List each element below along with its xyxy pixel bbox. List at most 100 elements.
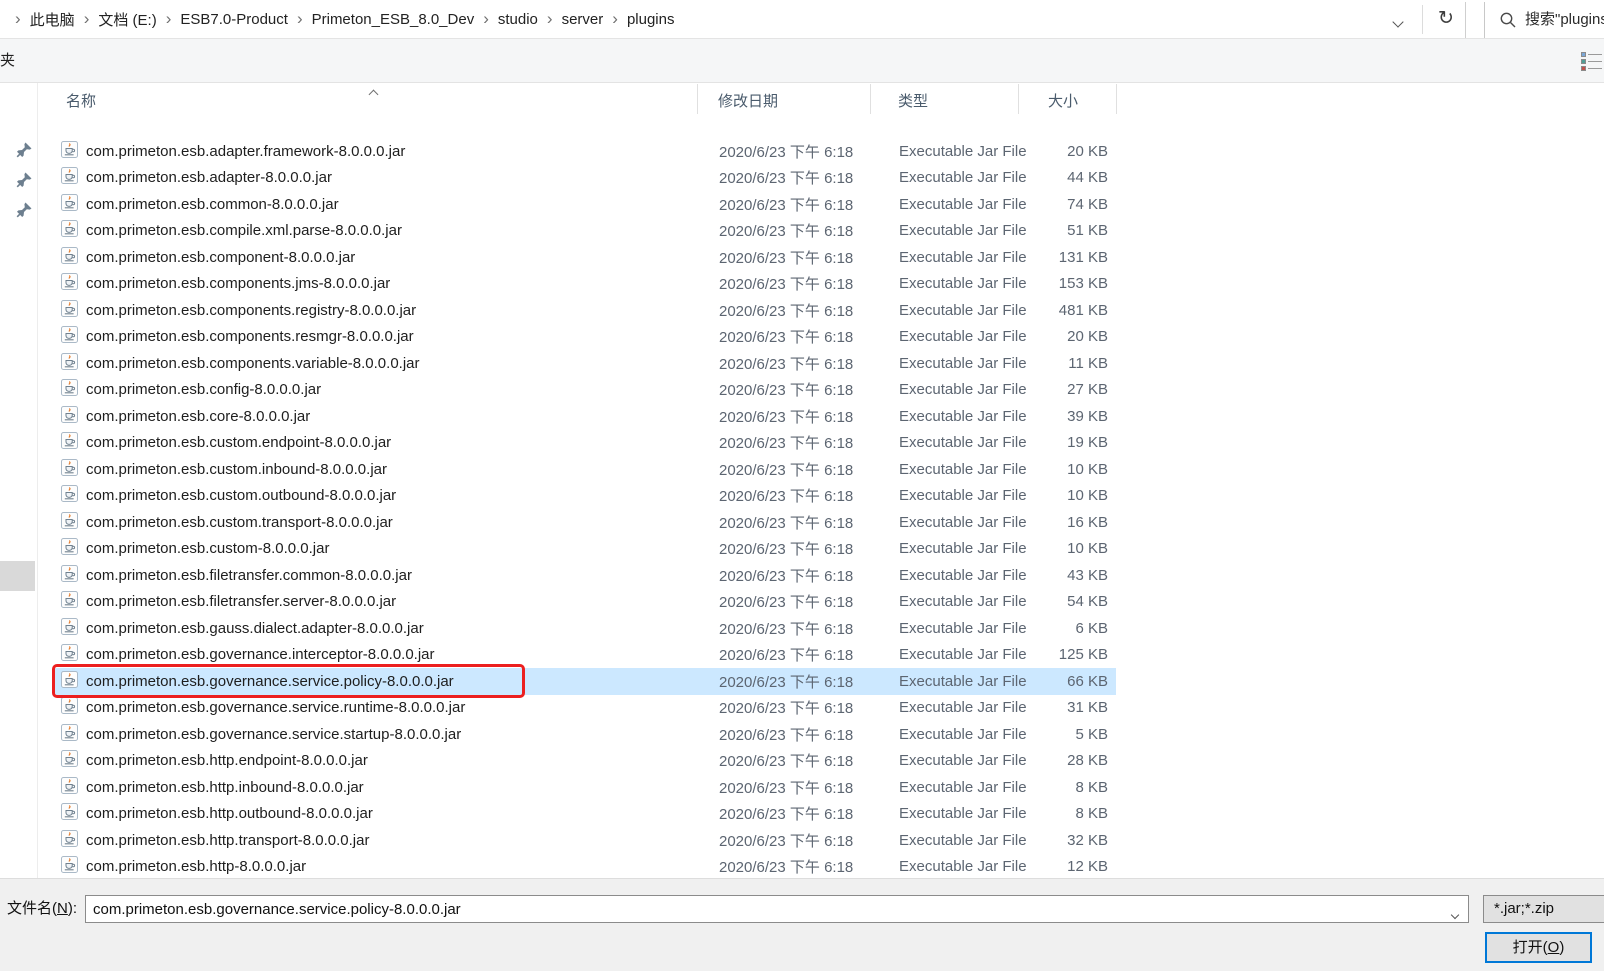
column-header-date-modified[interactable]: 修改日期 [718, 90, 778, 111]
jar-file-icon [61, 777, 78, 798]
file-type: Executable Jar File [870, 196, 1018, 213]
file-row[interactable]: com.primeton.esb.components.registry-8.0… [55, 297, 1116, 324]
dialog-footer: 文件名(N): *.jar;*.zip 打开(O) [0, 878, 1604, 971]
file-row[interactable]: com.primeton.esb.config-8.0.0.0.jar 2020… [55, 377, 1116, 404]
file-row[interactable]: com.primeton.esb.custom.outbound-8.0.0.0… [55, 483, 1116, 510]
jar-file-icon [61, 830, 78, 851]
file-row[interactable]: com.primeton.esb.core-8.0.0.0.jar 2020/6… [55, 403, 1116, 430]
file-row[interactable]: com.primeton.esb.http-8.0.0.0.jar 2020/6… [55, 854, 1116, 881]
file-row[interactable]: com.primeton.esb.adapter-8.0.0.0.jar 202… [55, 165, 1116, 192]
file-row[interactable]: com.primeton.esb.http.inbound-8.0.0.0.ja… [55, 774, 1116, 801]
jar-file-icon [61, 220, 78, 241]
nav-pane-scrollbar-thumb[interactable] [0, 561, 35, 591]
search-box[interactable]: 搜索"plugins" [1484, 2, 1604, 38]
address-dropdown-button[interactable] [1394, 13, 1402, 31]
breadcrumb: ›此电脑›文档 (E:)›ESB7.0-Product›Primeton_ESB… [6, 0, 674, 38]
open-button[interactable]: 打开(O) [1485, 932, 1592, 963]
breadcrumb-item[interactable]: server [562, 11, 604, 28]
file-row[interactable]: com.primeton.esb.governance.service.poli… [55, 668, 1116, 695]
jar-file-icon [61, 724, 78, 745]
file-size: 44 KB [1018, 169, 1116, 186]
file-row[interactable]: com.primeton.esb.http.outbound-8.0.0.0.j… [55, 801, 1116, 828]
file-size: 10 KB [1018, 540, 1116, 557]
file-name: com.primeton.esb.filetransfer.server-8.0… [86, 593, 396, 610]
breadcrumb-item[interactable]: studio [498, 11, 538, 28]
file-date-modified: 2020/6/23 下午 6:18 [697, 538, 870, 559]
column-divider[interactable] [870, 84, 871, 114]
column-divider[interactable] [1116, 84, 1117, 114]
jar-file-icon [61, 432, 78, 453]
file-row[interactable]: com.primeton.esb.component-8.0.0.0.jar 2… [55, 244, 1116, 271]
file-size: 66 KB [1018, 673, 1116, 690]
jar-file-icon [61, 194, 78, 215]
sort-ascending-icon [370, 85, 377, 102]
filename-label: 文件名(N): [7, 895, 77, 923]
file-row[interactable]: com.primeton.esb.components.variable-8.0… [55, 350, 1116, 377]
file-name: com.primeton.esb.custom.outbound-8.0.0.0… [86, 487, 396, 504]
jar-file-icon [61, 300, 78, 321]
file-row[interactable]: com.primeton.esb.components.jms-8.0.0.0.… [55, 271, 1116, 298]
file-size: 39 KB [1018, 408, 1116, 425]
file-row[interactable]: com.primeton.esb.compile.xml.parse-8.0.0… [55, 218, 1116, 245]
file-date-modified: 2020/6/23 下午 6:18 [697, 671, 870, 692]
chevron-down-icon [1392, 16, 1403, 27]
file-row[interactable]: com.primeton.esb.custom.transport-8.0.0.… [55, 509, 1116, 536]
breadcrumb-item[interactable]: Primeton_ESB_8.0_Dev [312, 11, 475, 28]
column-header-size[interactable]: 大小 [1048, 90, 1078, 111]
column-divider[interactable] [697, 84, 698, 114]
details-view-icon[interactable] [1581, 51, 1604, 73]
file-list: com.primeton.esb.adapter.framework-8.0.0… [55, 138, 1116, 880]
file-type: Executable Jar File [870, 143, 1018, 160]
file-row[interactable]: com.primeton.esb.http.transport-8.0.0.0.… [55, 827, 1116, 854]
file-row[interactable]: com.primeton.esb.filetransfer.common-8.0… [55, 562, 1116, 589]
file-date-modified: 2020/6/23 下午 6:18 [697, 353, 870, 374]
jar-file-icon [61, 141, 78, 162]
breadcrumb-item[interactable]: ESB7.0-Product [180, 11, 288, 28]
file-row[interactable]: com.primeton.esb.custom.inbound-8.0.0.0.… [55, 456, 1116, 483]
file-name: com.primeton.esb.custom.inbound-8.0.0.0.… [86, 461, 387, 478]
column-header-name[interactable]: 名称 [66, 90, 96, 111]
file-date-modified: 2020/6/23 下午 6:18 [697, 856, 870, 877]
jar-file-icon [61, 856, 78, 877]
file-size: 31 KB [1018, 699, 1116, 716]
file-type: Executable Jar File [870, 752, 1018, 769]
filename-dropdown-button[interactable] [1452, 905, 1458, 923]
file-name: com.primeton.esb.adapter-8.0.0.0.jar [86, 169, 332, 186]
file-row[interactable]: com.primeton.esb.filetransfer.server-8.0… [55, 589, 1116, 616]
file-row[interactable]: com.primeton.esb.governance.service.runt… [55, 695, 1116, 722]
breadcrumb-item[interactable]: 此电脑 [30, 9, 75, 30]
file-row[interactable]: com.primeton.esb.http.endpoint-8.0.0.0.j… [55, 748, 1116, 775]
file-name: com.primeton.esb.http.inbound-8.0.0.0.ja… [86, 779, 364, 796]
file-size: 125 KB [1018, 646, 1116, 663]
file-row[interactable]: com.primeton.esb.custom-8.0.0.0.jar 2020… [55, 536, 1116, 563]
file-date-modified: 2020/6/23 下午 6:18 [697, 565, 870, 586]
column-divider[interactable] [1018, 84, 1019, 114]
file-name: com.primeton.esb.custom.endpoint-8.0.0.0… [86, 434, 391, 451]
file-date-modified: 2020/6/23 下午 6:18 [697, 830, 870, 851]
file-name: com.primeton.esb.common-8.0.0.0.jar [86, 196, 339, 213]
file-row[interactable]: com.primeton.esb.custom.endpoint-8.0.0.0… [55, 430, 1116, 457]
file-row[interactable]: com.primeton.esb.components.resmgr-8.0.0… [55, 324, 1116, 351]
column-header-type[interactable]: 类型 [898, 90, 928, 111]
filetype-select[interactable]: *.jar;*.zip [1483, 895, 1604, 923]
file-name: com.primeton.esb.components.registry-8.0… [86, 302, 416, 319]
file-row[interactable]: com.primeton.esb.gauss.dialect.adapter-8… [55, 615, 1116, 642]
file-size: 28 KB [1018, 752, 1116, 769]
filename-input[interactable] [86, 896, 1468, 922]
file-row[interactable]: com.primeton.esb.governance.service.star… [55, 721, 1116, 748]
file-name: com.primeton.esb.http-8.0.0.0.jar [86, 858, 306, 875]
new-folder-button-partial[interactable]: 夹 [0, 39, 15, 83]
file-row[interactable]: com.primeton.esb.governance.interceptor-… [55, 642, 1116, 669]
refresh-button[interactable]: ↻ [1433, 5, 1459, 33]
address-bar: ›此电脑›文档 (E:)›ESB7.0-Product›Primeton_ESB… [0, 0, 1604, 39]
file-row[interactable]: com.primeton.esb.adapter.framework-8.0.0… [55, 138, 1116, 165]
nav-pane-divider [37, 83, 38, 878]
breadcrumb-item[interactable]: plugins [627, 11, 675, 28]
file-row[interactable]: com.primeton.esb.common-8.0.0.0.jar 2020… [55, 191, 1116, 218]
file-type: Executable Jar File [870, 487, 1018, 504]
address-bar-divider [1422, 5, 1423, 34]
breadcrumb-item[interactable]: 文档 (E:) [98, 9, 156, 30]
file-type: Executable Jar File [870, 355, 1018, 372]
file-size: 54 KB [1018, 593, 1116, 610]
file-name: com.primeton.esb.custom-8.0.0.0.jar [86, 540, 329, 557]
